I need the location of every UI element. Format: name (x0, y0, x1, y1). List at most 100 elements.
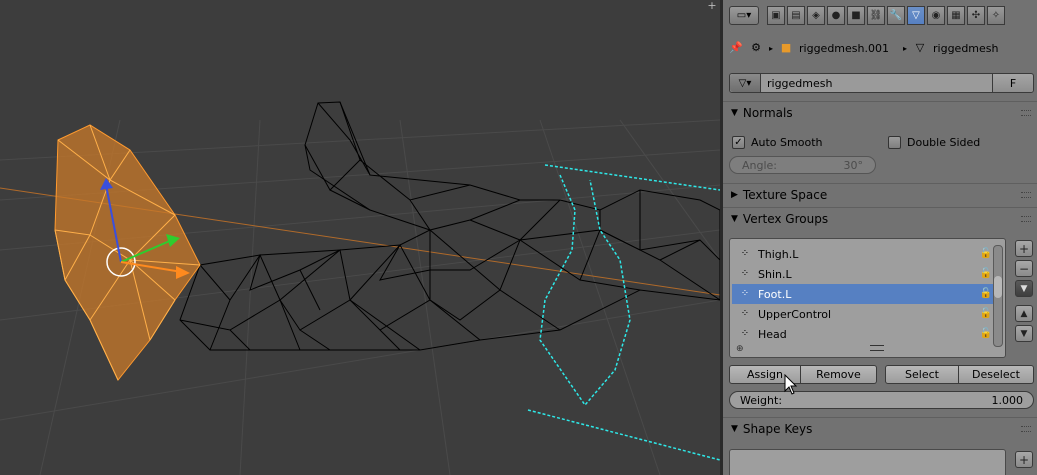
fake-user-button[interactable]: F (992, 74, 1033, 92)
tab-scene[interactable]: ◈ (807, 6, 825, 25)
lock-icon[interactable]: 🔓 (979, 267, 993, 281)
list-item[interactable]: ⁘ UpperControl 🔓 (732, 304, 1003, 324)
add-vertex-group-button[interactable]: + (1015, 240, 1033, 257)
move-down-button[interactable]: ▼ (1015, 325, 1033, 342)
vertex-group-name[interactable]: Thigh.L (758, 248, 979, 261)
vertex-groups-panel-header[interactable]: ▼ Vertex Groups (723, 207, 1037, 229)
tab-constraints[interactable]: ⛓ (867, 6, 885, 25)
triangle-down-icon: ▼ (1020, 328, 1028, 339)
double-sided-toggle[interactable]: Double Sided (888, 136, 980, 149)
scene-icon: ◈ (812, 10, 820, 21)
drag-grip-icon[interactable] (1021, 216, 1031, 222)
physics-icon: ✧ (991, 10, 1001, 21)
shape-keys-panel-header[interactable]: ▼ Shape Keys (723, 417, 1037, 439)
editor-type-icon: ▭▾ (736, 10, 752, 21)
object-icon: ■ (780, 41, 792, 54)
lock-icon[interactable]: 🔓 (979, 247, 993, 261)
down-arrow-icon: ▼ (1020, 283, 1028, 294)
add-shape-key-button[interactable]: + (1015, 451, 1033, 468)
scene-data-icon: ⚙ (751, 41, 761, 54)
plus-icon: + (1018, 241, 1030, 256)
mouse-cursor-icon (784, 374, 798, 395)
checkbox-checked-icon[interactable]: ✓ (732, 136, 745, 149)
tab-object[interactable]: ■ (847, 6, 865, 25)
move-up-button[interactable]: ▲ (1015, 305, 1033, 322)
viewport-scene (0, 101, 720, 475)
world-icon: ● (831, 10, 841, 21)
mesh-icon: ▽ (915, 41, 925, 54)
tab-render[interactable]: ▣ (767, 6, 785, 25)
lock-icon[interactable]: 🔓 (979, 327, 993, 341)
triangle-up-icon: ▲ (1020, 308, 1028, 319)
selected-foot-mesh[interactable] (54, 124, 201, 381)
vertex-group-specials-menu[interactable]: ▼ (1015, 280, 1033, 297)
list-scrollbar[interactable] (993, 245, 1003, 347)
list-resize-grip[interactable] (870, 345, 884, 351)
control-curve (527, 164, 720, 461)
weight-slider[interactable]: Weight: 1.000 (729, 391, 1034, 409)
angle-label: Angle: (742, 158, 778, 172)
scrollbar-thumb[interactable] (994, 276, 1002, 298)
tab-particles[interactable]: ✣ (967, 6, 985, 25)
vertex-group-name[interactable]: Shin.L (758, 268, 979, 281)
angle-value: 30° (843, 158, 864, 172)
tab-material[interactable]: ◉ (927, 6, 945, 25)
lock-icon[interactable]: 🔓 (979, 287, 993, 301)
drag-grip-icon[interactable] (1021, 192, 1031, 198)
angle-field[interactable]: Angle: 30° (729, 156, 876, 174)
list-resize-icon[interactable]: ⊕ (736, 344, 744, 354)
list-item[interactable]: ⁘ Head 🔓 (732, 324, 1003, 344)
expanded-triangle-icon: ▼ (731, 107, 738, 118)
tab-render-layers[interactable]: ▤ (787, 6, 805, 25)
texture-space-title: Texture Space (742, 187, 828, 202)
expanded-triangle-icon: ▼ (731, 213, 738, 224)
texture-icon: ▦ (951, 10, 961, 21)
double-sided-label: Double Sided (907, 136, 981, 149)
normals-panel-header[interactable]: ▼ Normals (723, 101, 1037, 123)
weight-label: Weight: (740, 393, 783, 407)
remove-button[interactable]: Remove (801, 365, 877, 384)
mesh-name-field[interactable]: riggedmesh (761, 77, 992, 90)
editor-type-menu[interactable]: ▭▾ (729, 6, 759, 25)
properties-header: ▭▾ ▣ ▤ ◈ ● ■ ⛓ 🔧 ▽ ◉ ▦ ✣ ✧ (723, 0, 1037, 30)
vertex-group-name[interactable]: Foot.L (758, 288, 979, 301)
drag-grip-icon[interactable] (1021, 110, 1031, 116)
vertex-groups-title: Vertex Groups (742, 211, 829, 226)
tab-world[interactable]: ● (827, 6, 845, 25)
shape-key-list[interactable] (729, 449, 1006, 475)
remove-vertex-group-button[interactable]: − (1015, 260, 1033, 277)
vertex-group-name[interactable]: Head (758, 328, 979, 341)
list-item[interactable]: ⁘ Shin.L 🔓 (732, 264, 1003, 284)
select-button[interactable]: Select (885, 365, 959, 384)
vertex-group-name[interactable]: UpperControl (758, 308, 979, 321)
texture-space-panel-header[interactable]: ▶ Texture Space (723, 183, 1037, 205)
collapsed-triangle-icon: ▶ (731, 189, 738, 200)
area-split-corner[interactable]: + (705, 0, 719, 12)
properties-editor: ▭▾ ▣ ▤ ◈ ● ■ ⛓ 🔧 ▽ ◉ ▦ ✣ ✧ 📌 ⚙ ▸ ■ riggedmesh.001 ▸… (723, 0, 1037, 475)
list-item[interactable]: ⁘ Foot.L 🔓 (732, 284, 1003, 304)
object-icon: ■ (851, 10, 861, 21)
tab-texture[interactable]: ▦ (947, 6, 965, 25)
tab-mesh-data[interactable]: ▽ (907, 6, 925, 25)
deselect-button[interactable]: Deselect (959, 365, 1034, 384)
vertex-group-list[interactable]: ⁘ Thigh.L 🔓 ⁘ Shin.L 🔓 ⁘ Foot.L 🔓 ⁘ UpperControl 🔓 ⁘… (729, 238, 1006, 358)
mesh-browse-button[interactable]: ▽▾ (730, 74, 761, 92)
tab-physics[interactable]: ✧ (987, 6, 1005, 25)
assign-remove-group: Assign Remove (729, 365, 877, 384)
vertex-group-icon: ⁘ (740, 328, 750, 339)
checkbox-unchecked-icon[interactable] (888, 136, 901, 149)
chevron-right-icon: ▸ (903, 43, 908, 53)
render-layers-icon: ▤ (791, 10, 801, 21)
vertex-group-icon: ⁘ (740, 248, 750, 259)
auto-smooth-toggle[interactable]: ✓ Auto Smooth (732, 136, 822, 149)
3d-viewport[interactable]: + (0, 0, 720, 475)
lock-icon[interactable]: 🔓 (979, 307, 993, 321)
list-item[interactable]: ⁘ Thigh.L 🔓 (732, 244, 1003, 264)
breadcrumb: 📌 ⚙ ▸ ■ riggedmesh.001 ▸ ▽ riggedmesh (729, 38, 998, 58)
auto-smooth-label: Auto Smooth (751, 136, 823, 149)
mesh-datablock-selector: ▽▾ riggedmesh F (729, 73, 1034, 93)
tab-modifiers[interactable]: 🔧 (887, 6, 905, 25)
pin-icon[interactable]: 📌 (729, 41, 743, 55)
modifiers-icon: 🔧 (889, 10, 903, 21)
drag-grip-icon[interactable] (1021, 426, 1031, 432)
